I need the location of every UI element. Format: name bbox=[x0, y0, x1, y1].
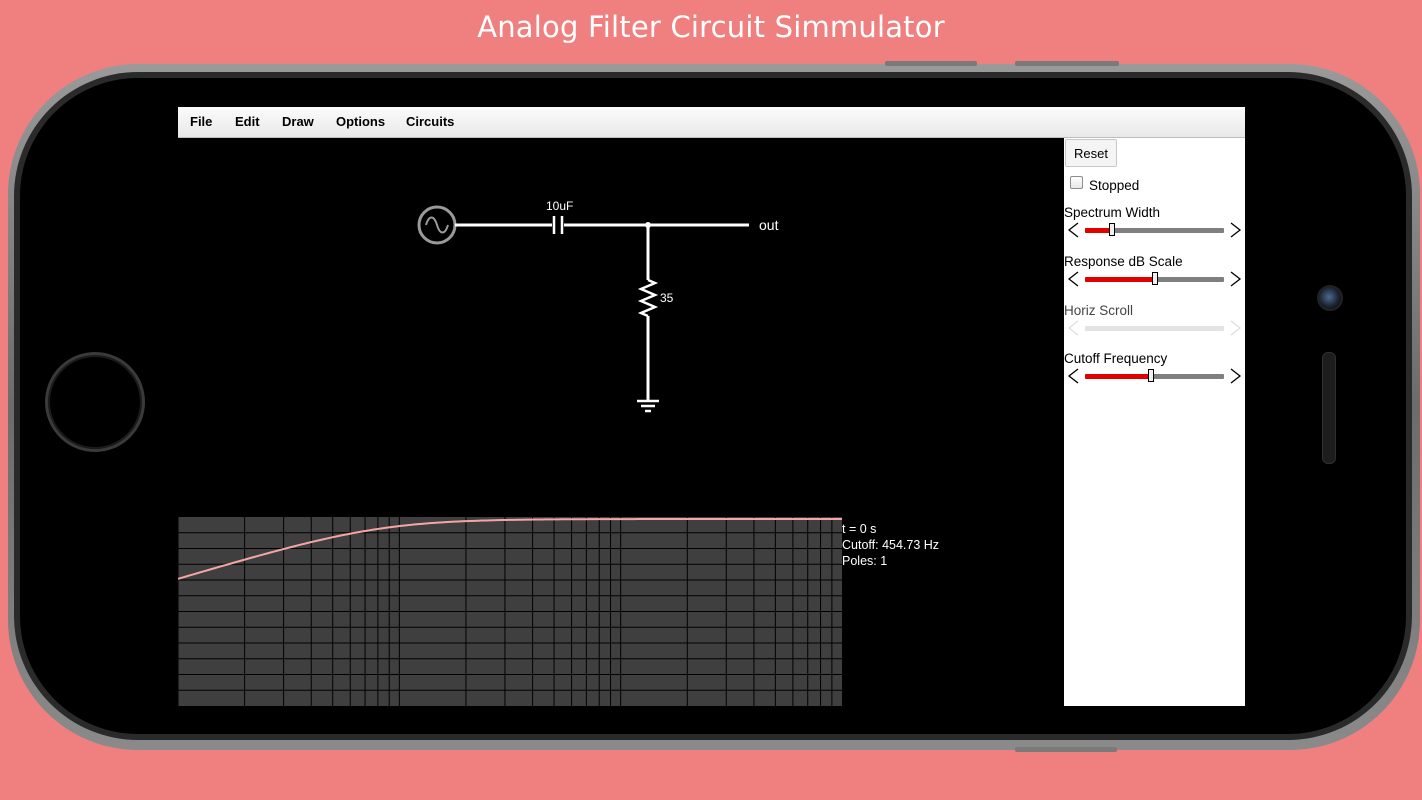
chevron-right-icon[interactable] bbox=[1229, 270, 1243, 288]
output-label: out bbox=[759, 217, 779, 233]
phone-bottom-button bbox=[1015, 747, 1117, 752]
menu-file[interactable]: File bbox=[190, 114, 212, 129]
menu-bar: File Edit Draw Options Circuits bbox=[178, 107, 1245, 138]
chevron-left-icon[interactable] bbox=[1066, 319, 1080, 337]
chevron-right-icon[interactable] bbox=[1229, 319, 1243, 337]
chevron-right-icon[interactable] bbox=[1229, 221, 1243, 239]
camera-icon bbox=[1317, 285, 1343, 311]
menu-edit[interactable]: Edit bbox=[235, 114, 260, 129]
menu-circuits[interactable]: Circuits bbox=[406, 114, 454, 129]
home-button[interactable] bbox=[45, 352, 145, 452]
chevron-left-icon[interactable] bbox=[1066, 221, 1080, 239]
capacitor-label: 10uF bbox=[546, 199, 573, 213]
slider-track[interactable] bbox=[1085, 369, 1224, 382]
chevron-left-icon[interactable] bbox=[1066, 367, 1080, 385]
stopped-checkbox[interactable] bbox=[1070, 176, 1083, 189]
menu-options[interactable]: Options bbox=[336, 114, 385, 129]
slider-fill bbox=[1085, 277, 1156, 282]
phone-top-button-right bbox=[1015, 61, 1119, 66]
control-panel: Reset Stopped Spectrum Width Response dB… bbox=[1064, 138, 1245, 706]
resistor-label: 35 bbox=[660, 291, 674, 305]
speaker-grille bbox=[1322, 352, 1336, 464]
stopped-label: Stopped bbox=[1089, 178, 1140, 193]
time-readout: t = 0 s bbox=[842, 522, 877, 536]
slider-thumb[interactable] bbox=[1151, 272, 1158, 285]
spectrum-width-label: Spectrum Width bbox=[1064, 205, 1161, 220]
chevron-left-icon[interactable] bbox=[1066, 270, 1080, 288]
menu-draw[interactable]: Draw bbox=[282, 114, 314, 129]
slider-thumb[interactable] bbox=[1108, 223, 1115, 236]
horiz-scroll-label: Horiz Scroll bbox=[1064, 303, 1134, 318]
resistor-icon[interactable] bbox=[637, 278, 659, 318]
cutoff-frequency-slider[interactable] bbox=[1064, 367, 1245, 385]
response-db-scale-slider[interactable] bbox=[1064, 270, 1245, 288]
spectrum-width-slider[interactable] bbox=[1064, 221, 1245, 239]
sine-wave-icon bbox=[425, 216, 449, 234]
slider-track[interactable] bbox=[1085, 272, 1224, 285]
circuit-canvas[interactable]: 10uF out 35 bbox=[178, 138, 1064, 517]
app-banner-title: Analog Filter Circuit Simmulator bbox=[477, 10, 945, 44]
stopped-row[interactable]: Stopped bbox=[1070, 172, 1139, 193]
response-db-scale-label: Response dB Scale bbox=[1064, 254, 1183, 269]
reset-button[interactable]: Reset bbox=[1065, 139, 1117, 167]
cutoff-readout: Cutoff: 454.73 Hz bbox=[842, 538, 940, 552]
horiz-scroll-slider[interactable] bbox=[1064, 319, 1245, 337]
slider-fill bbox=[1085, 374, 1152, 379]
slider-track[interactable] bbox=[1085, 223, 1224, 236]
slider-track[interactable] bbox=[1085, 326, 1224, 331]
app-screen: File Edit Draw Options Circuits 10uF out… bbox=[178, 107, 1245, 706]
frequency-response-plot[interactable] bbox=[178, 517, 842, 706]
poles-readout: Poles: 1 bbox=[842, 554, 888, 568]
chevron-right-icon[interactable] bbox=[1229, 367, 1243, 385]
slider-thumb[interactable] bbox=[1147, 369, 1154, 382]
phone-top-button-left bbox=[885, 61, 977, 66]
cutoff-frequency-label: Cutoff Frequency bbox=[1064, 351, 1168, 366]
